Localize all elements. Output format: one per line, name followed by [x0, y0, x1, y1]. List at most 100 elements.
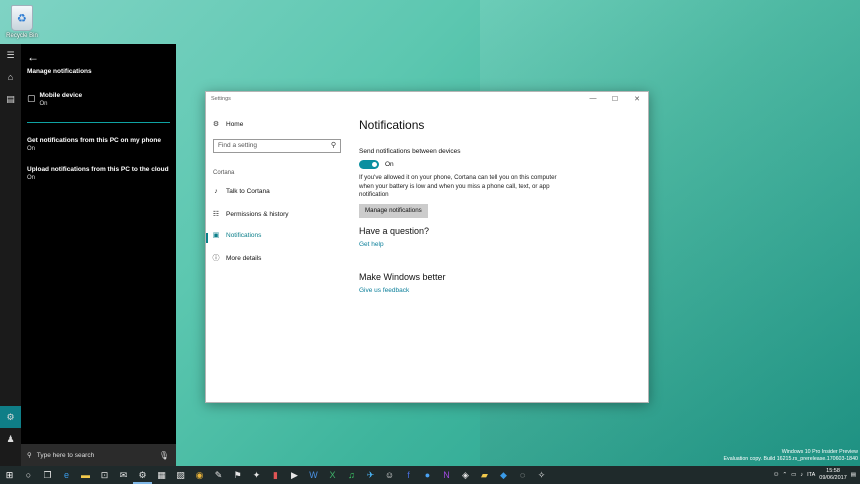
video-icon[interactable]: ▶	[285, 466, 304, 484]
notebook-icon[interactable]: ▤	[0, 88, 21, 110]
cortana-content: ← Manage notifications ▢ Mobile device O…	[21, 44, 176, 466]
close-icon[interactable]: ✕	[626, 95, 648, 103]
nav-talk-to-cortana[interactable]: ♪ Talk to Cortana	[212, 188, 270, 195]
send-notifications-label: Send notifications between devices	[359, 148, 461, 155]
minimize-icon[interactable]: —	[582, 95, 604, 103]
recycle-bin[interactable]: Recycle Bin	[2, 3, 42, 39]
nav-item-label: Permissions & history	[226, 210, 289, 218]
microphone-icon: ♪	[214, 188, 218, 195]
home-icon[interactable]: ⌂	[0, 66, 21, 88]
cortana-circle-icon[interactable]: ○	[19, 466, 38, 484]
info-icon: ⓘ	[212, 255, 220, 262]
hamburger-menu-icon[interactable]: ☰	[0, 44, 21, 66]
search-placeholder: Type here to search	[36, 451, 95, 459]
chrome-icon[interactable]: ◉	[190, 466, 209, 484]
window-title: Settings	[211, 96, 231, 102]
excel-icon[interactable]: X	[323, 466, 342, 484]
folder-icon[interactable]: ▰	[475, 466, 494, 484]
people-icon[interactable]: ☺	[380, 466, 399, 484]
maximize-icon[interactable]: ☐	[604, 95, 626, 103]
store-icon[interactable]: ⊡	[95, 466, 114, 484]
recycle-bin-label: Recycle Bin	[6, 33, 38, 39]
mail-icon[interactable]: ✉	[114, 466, 133, 484]
nav-item-label: Talk to Cortana	[226, 188, 270, 195]
tools-icon[interactable]: ✦	[247, 466, 266, 484]
messenger-icon[interactable]: ●	[418, 466, 437, 484]
device-name: Mobile device	[39, 92, 83, 99]
spotify-icon[interactable]: ♫	[342, 466, 361, 484]
make-windows-better-heading: Make Windows better	[359, 272, 446, 282]
app-icon[interactable]: ◈	[456, 466, 475, 484]
microphone-icon[interactable]: 🎙	[159, 451, 169, 460]
edge-browser-icon[interactable]: e	[57, 466, 76, 484]
language-indicator[interactable]: ITA	[807, 472, 815, 478]
nav-home[interactable]: ⚙ Home	[212, 120, 243, 129]
cortana-rail: ☰ ⌂ ▤ ⚙ ♟	[0, 44, 21, 466]
divider	[27, 122, 170, 123]
system-tray: ⚇ ⌃ ▭ ♪ ITA 15:58 09/06/2017 ▤	[774, 466, 856, 484]
selection-indicator	[206, 233, 208, 243]
manage-notifications-button[interactable]: Manage notifications	[359, 204, 428, 218]
network-tool-icon[interactable]: ◌	[513, 466, 532, 484]
clock-time: 15:58	[826, 468, 840, 474]
settings-app-icon[interactable]: ⚙	[133, 466, 152, 484]
photos-icon[interactable]: ▨	[171, 466, 190, 484]
nav-notifications[interactable]: ▣ Notifications	[212, 231, 262, 240]
misc-icon[interactable]: ✧	[532, 466, 551, 484]
nav-item-label: More details	[226, 254, 262, 262]
dropbox-icon[interactable]: ◆	[494, 466, 513, 484]
clock[interactable]: 15:58 09/06/2017	[819, 468, 847, 482]
option-upload-notifications[interactable]: Upload notifications from this PC to the…	[27, 166, 173, 181]
description-text: If you've allowed it on your phone, Cort…	[359, 174, 557, 198]
page-title: Notifications	[359, 118, 425, 132]
option-get-notifications[interactable]: Get notifications from this PC on my pho…	[27, 137, 173, 152]
question-heading: Have a question?	[359, 226, 430, 236]
chevron-up-icon[interactable]: ⌃	[783, 472, 788, 478]
device-status: On	[39, 101, 48, 107]
taskbar: ⊞ ○ ❐ e ▬ ⊡ ✉ ⚙ ▦ ▨ ◉ ✎ ⚑ ✦ ▮ ▶ W X ♫ ✈ …	[0, 466, 860, 484]
calculator-icon[interactable]: ▦	[152, 466, 171, 484]
nav-item-label: Notifications	[226, 231, 262, 239]
gear-icon: ⚙	[212, 121, 220, 128]
file-explorer-icon[interactable]: ▬	[76, 466, 95, 484]
taskbar-search-box[interactable]: ⚲ Type here to search 🎙	[21, 444, 176, 466]
option-status: On	[27, 146, 36, 152]
send-notifications-toggle[interactable]	[359, 160, 379, 169]
phone-app-icon[interactable]: ▮	[266, 466, 285, 484]
option-label: Get notifications from this PC on my pho…	[27, 137, 161, 144]
title-bar[interactable]: Settings — ☐ ✕	[206, 92, 648, 106]
notifications-icon: ▣	[212, 232, 220, 239]
volume-icon[interactable]: ♪	[800, 472, 803, 478]
phone-icon: ▢	[27, 93, 36, 103]
feedback-link[interactable]: Give us feedback	[359, 287, 409, 294]
search-icon: ⚲	[330, 142, 336, 149]
nav-more-details[interactable]: ⓘ More details	[212, 253, 262, 263]
feedback-icon[interactable]: ♟	[0, 428, 21, 450]
facebook-icon[interactable]: f	[399, 466, 418, 484]
action-center-icon[interactable]: ▤	[851, 472, 856, 478]
word-icon[interactable]: W	[304, 466, 323, 484]
task-view-icon[interactable]: ❐	[38, 466, 57, 484]
evaluation-watermark: Windows 10 Pro Insider Preview Evaluatio…	[724, 449, 858, 463]
get-help-link[interactable]: Get help	[359, 241, 384, 248]
maps-icon[interactable]: ⚑	[228, 466, 247, 484]
settings-nav: ⚙ Home Find a setting ⚲ Cortana ♪ Talk t…	[206, 106, 344, 402]
settings-gear-icon[interactable]: ⚙	[0, 406, 21, 428]
permissions-icon: ☷	[212, 211, 220, 218]
watermark-line2: Evaluation copy. Build 16215.rs_prerelea…	[723, 456, 858, 462]
nav-permissions-history[interactable]: ☷ Permissions & history	[212, 210, 289, 219]
mobile-device-item[interactable]: ▢ Mobile device On	[27, 92, 82, 107]
find-setting-input[interactable]: Find a setting ⚲	[213, 139, 341, 153]
onenote-icon[interactable]: N	[437, 466, 456, 484]
back-arrow-icon[interactable]: ←	[27, 50, 39, 64]
people-tray-icon[interactable]: ⚇	[774, 472, 779, 478]
clock-date: 09/06/2017	[819, 475, 847, 481]
start-windows-icon[interactable]: ⊞	[0, 466, 19, 484]
send-notifications-toggle-row: On	[359, 160, 394, 169]
twitter-icon[interactable]: ✈	[361, 466, 380, 484]
network-icon[interactable]: ▭	[791, 472, 796, 478]
nav-category: Cortana	[213, 170, 235, 176]
settings-window: Settings — ☐ ✕ ⚙ Home Find a setting ⚲ C…	[205, 91, 649, 403]
watermark-line1: Windows 10 Pro Insider Preview	[781, 449, 858, 455]
paint-icon[interactable]: ✎	[209, 466, 228, 484]
